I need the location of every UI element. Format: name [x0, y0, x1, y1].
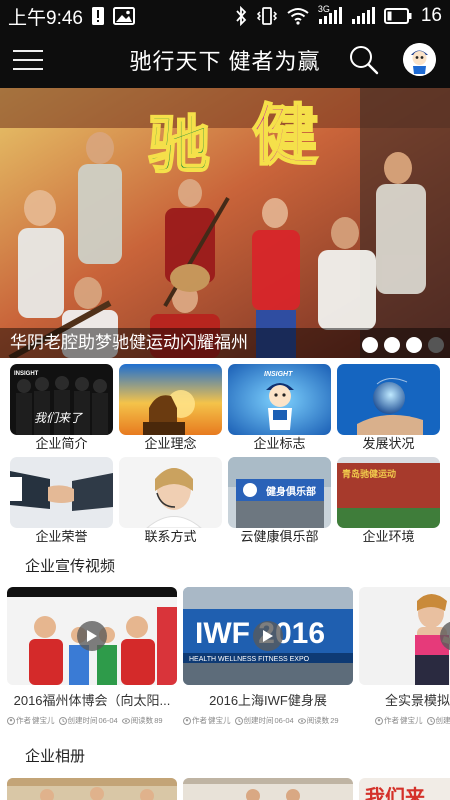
grid-label: 发展状况: [362, 436, 415, 451]
image-icon: [112, 7, 135, 25]
play-icon[interactable]: [77, 621, 107, 651]
grid-label: 云健康俱乐部: [240, 529, 319, 544]
search-icon: [350, 46, 379, 75]
video-author: 健宝儿: [208, 716, 231, 725]
banner-image: 驰 健: [0, 88, 450, 358]
play-icon[interactable]: [253, 621, 283, 651]
company-logo-thumbnail: INSIGHT: [228, 364, 331, 435]
signal-3g-icon: 3G: [318, 5, 342, 25]
app-bar: 驰行天下 健者为赢: [0, 32, 450, 88]
banner-headline-char-2: 健: [252, 100, 318, 173]
menu-icon: [13, 50, 43, 52]
alert-icon: [91, 6, 105, 26]
video-card[interactable]: 2016福州体博会（向太阳... 作者 健宝儿 创建时间 06-04 阅读数 8…: [7, 587, 177, 726]
battery-level: 16: [420, 5, 442, 26]
carousel-dot[interactable]: [362, 337, 378, 353]
svg-text:INSIGHT: INSIGHT: [264, 371, 293, 378]
status-time: 上午9:46: [8, 7, 83, 29]
honors-thumbnail: [10, 457, 113, 528]
status-bar: 上午9:46 3G 16: [0, 0, 450, 32]
mascot-avatar-icon: [403, 43, 436, 76]
video-date: 06-04: [274, 716, 294, 725]
video-meta: 作者 健宝儿 创建时间 06-04 阅读数 29: [183, 715, 353, 726]
user-icon: [375, 716, 383, 725]
bluetooth-icon: [235, 6, 247, 26]
environment-thumbnail: 青岛驰健运动: [337, 457, 440, 528]
grid-item-development[interactable]: 发展状况: [337, 364, 440, 451]
videos-section-title: 企业宣传视频: [25, 558, 116, 575]
album-section-title: 企业相册: [25, 748, 86, 765]
svg-text:健身俱乐部: 健身俱乐部: [266, 485, 316, 498]
video-author: 健宝儿: [32, 716, 55, 725]
clock-icon: [426, 716, 435, 725]
video-carousel[interactable]: 2016福州体博会（向太阳... 作者 健宝儿 创建时间 06-04 阅读数 8…: [7, 587, 450, 727]
wifi-icon: [287, 7, 309, 25]
menu-button[interactable]: [0, 32, 56, 88]
grid-item-environment[interactable]: 青岛驰健运动 企业环境: [337, 457, 440, 544]
video-author: 健宝儿: [400, 716, 423, 725]
grid-item-company-intro[interactable]: INSIGHT 我们来了 企业简介: [10, 364, 113, 451]
page-title: 驰行天下 健者为赢: [129, 49, 321, 74]
contact-thumbnail: [119, 457, 222, 528]
user-icon: [183, 716, 191, 725]
user-icon: [7, 716, 15, 725]
video-views: 29: [330, 716, 339, 725]
video-thumbnail: [7, 587, 177, 685]
views-icon: [297, 717, 306, 724]
clock-icon: [58, 716, 67, 725]
health-club-thumbnail: 健身俱乐部: [228, 457, 331, 528]
grid-label: 企业简介: [35, 436, 88, 451]
carousel-dot[interactable]: [428, 337, 444, 353]
grid-label: 企业理念: [144, 436, 197, 451]
company-philosophy-thumbnail: [119, 364, 222, 435]
signal-icon: [351, 7, 375, 25]
video-meta: 作者 健宝儿 创建时间 06-04 阅读数 89: [7, 715, 177, 726]
banner-carousel[interactable]: 驰 健 华阴老腔助梦驰健运动闪耀福州: [0, 88, 450, 358]
album-photo[interactable]: 我们来: [359, 778, 450, 800]
svg-text:INSIGHT: INSIGHT: [14, 371, 39, 377]
battery-icon: [383, 8, 412, 24]
svg-text:我们来: 我们来: [365, 785, 426, 800]
search-button[interactable]: [348, 44, 380, 76]
grid-label: 企业标志: [253, 436, 306, 451]
video-title: 2016上海IWF健身展: [209, 693, 327, 708]
clock-icon: [234, 716, 243, 725]
video-thumbnail: IWF 2016 HEALTH WELLNESS FITNESS EXPO: [183, 587, 353, 685]
grid-label: 企业环境: [362, 529, 415, 544]
video-meta: 作者 健宝儿 创建时间: [359, 715, 450, 726]
grid-label: 联系方式: [144, 529, 197, 544]
video-title: 2016福州体博会（向太阳...: [13, 693, 171, 708]
grid-label: 企业荣誉: [35, 529, 88, 544]
svg-text:HEALTH WELLNESS FITNESS EXPO: HEALTH WELLNESS FITNESS EXPO: [189, 656, 310, 663]
development-thumbnail: [337, 364, 440, 435]
video-thumbnail: [359, 587, 450, 685]
album-carousel[interactable]: 我们来: [7, 778, 450, 800]
grid-item-company-logo[interactable]: INSIGHT 企业标志: [228, 364, 331, 451]
video-title: 全实景模拟自: [385, 693, 450, 708]
views-icon: [121, 717, 130, 724]
svg-text:青岛驰健运动: 青岛驰健运动: [342, 468, 396, 480]
grid-item-company-philosophy[interactable]: 企业理念: [119, 364, 222, 451]
banner-headline-char-1: 驰: [148, 112, 210, 180]
video-date: 06-04: [98, 716, 118, 725]
carousel-dot[interactable]: [384, 337, 400, 353]
grid-item-contact[interactable]: 联系方式: [119, 457, 222, 544]
carousel-dot-active[interactable]: [406, 337, 422, 353]
feature-grid: INSIGHT 我们来了 企业简介 企业理念 INSIGHT 企业标志 发展状况…: [10, 364, 446, 544]
album-photo[interactable]: [183, 778, 353, 800]
video-card[interactable]: 全实景模拟自 作者 健宝儿 创建时间: [359, 587, 450, 726]
carousel-indicator: [362, 337, 444, 353]
vibrate-icon: [256, 7, 278, 25]
avatar[interactable]: [403, 43, 436, 76]
video-views: 89: [154, 716, 163, 725]
company-intro-thumbnail: INSIGHT 我们来了: [10, 364, 113, 435]
album-photo[interactable]: [7, 778, 177, 800]
grid-item-health-club[interactable]: 健身俱乐部 云健康俱乐部: [228, 457, 331, 544]
grid-item-honors[interactable]: 企业荣誉: [10, 457, 113, 544]
video-card[interactable]: IWF 2016 HEALTH WELLNESS FITNESS EXPO 20…: [183, 587, 353, 726]
svg-text:我们来了: 我们来了: [34, 411, 83, 425]
